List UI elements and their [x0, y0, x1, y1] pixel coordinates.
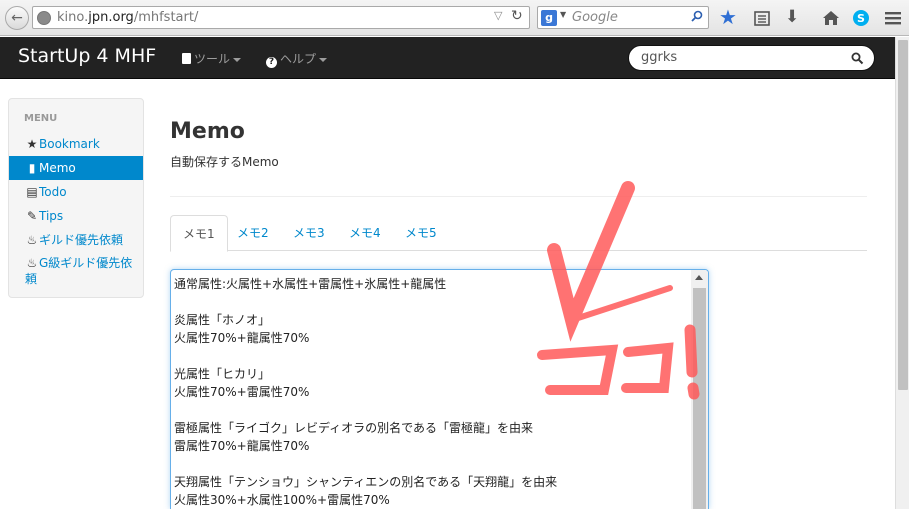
search-icon[interactable] [691, 10, 703, 22]
sidebar-item-label: Todo [39, 185, 67, 199]
sidebar-item-label: Tips [39, 209, 64, 223]
memo-line [174, 401, 684, 419]
sidebar-item-label: Memo [39, 161, 76, 175]
memo-line: 雷属性70%+龍属性70% [174, 439, 310, 453]
browser-search-bar[interactable]: g ▼ Google [537, 6, 709, 29]
title-divider [170, 196, 867, 197]
file-icon: ▮ [28, 161, 36, 175]
svg-text:S: S [857, 12, 865, 25]
sidebar-header: MENU [24, 113, 58, 124]
nav-tools-menu[interactable]: ツール [182, 50, 242, 67]
document-icon [182, 53, 191, 64]
skype-icon[interactable]: S [850, 7, 872, 29]
bookmarks-menu-icon[interactable] [751, 7, 773, 29]
site-navbar: StartUp 4 MHF ツール ? ヘルプ ggrks [0, 37, 895, 79]
sidebar-item-bookmark[interactable]: ★ Bookmark [9, 132, 143, 156]
memo-content: 通常属性:火属性+水属性+雷属性+氷属性+龍属性 炎属性「ホノオ」火属性70%+龍… [174, 275, 684, 509]
sidebar-item-label: ギルド優先依頼 [39, 233, 124, 247]
site-search-value: ggrks [641, 50, 678, 65]
search-placeholder: Google [572, 10, 618, 25]
star-icon: ★ [26, 137, 38, 151]
memo-line [174, 347, 684, 365]
reload-icon[interactable]: ↻ [511, 8, 523, 24]
sidebar-item-label: G級ギルド優先依頼 [25, 256, 133, 286]
memo-line: 天翔属性「テンショウ」シャンティエンの別名である「天翔龍」を由来 [174, 475, 558, 489]
downloads-icon[interactable]: ⬇ [785, 7, 807, 29]
memo-line [174, 293, 684, 311]
tab-memo1[interactable]: メモ1 [170, 215, 228, 252]
memo-line [174, 455, 684, 473]
history-dropdown-icon[interactable]: ▽ [494, 9, 502, 22]
site-brand[interactable]: StartUp 4 MHF [18, 45, 156, 67]
page-title: Memo [170, 119, 245, 144]
bookmark-star-icon[interactable]: ★ [719, 7, 741, 29]
page-subtitle: 自動保存するMemo [170, 155, 279, 169]
memo-line: 雷極属性「ライゴク」レビディオラの別名である「雷極龍」を由来 [174, 421, 534, 435]
url-text: kino.jpn.org/mhfstart/ [57, 10, 199, 25]
sidebar-item-memo[interactable]: ▮ Memo [9, 156, 143, 180]
memo-tabs: メモ1 メモ2 メモ3 メモ4 メモ5 [170, 215, 867, 252]
memo-line: 炎属性「ホノオ」 [174, 313, 271, 327]
memo-line: 火属性30%+水属性100%+雷属性70% [174, 493, 390, 507]
site-search-input[interactable]: ggrks [628, 45, 875, 71]
nav-help-label: ヘルプ [280, 52, 317, 66]
memo-line: 火属性70%+雷属性70% [174, 385, 310, 399]
fire-icon: ♨ [26, 233, 38, 247]
memo-scrollbar[interactable] [691, 270, 708, 509]
search-engine-icon[interactable]: g [541, 10, 557, 26]
tab-memo2[interactable]: メモ2 [225, 215, 281, 251]
browser-toolbar: ← kino.jpn.org/mhfstart/ ▽ ↻ g ▼ Google … [0, 0, 909, 36]
pencil-icon: ✎ [26, 209, 38, 223]
sidebar-item-guild-priority[interactable]: ♨ ギルド優先依頼 [9, 228, 143, 252]
tab-memo4[interactable]: メモ4 [337, 215, 393, 251]
sidebar-item-g-guild-priority[interactable]: ♨ G級ギルド優先依頼 [9, 252, 143, 290]
sidebar-menu: MENU ★ Bookmark ▮ Memo ▤Todo ✎ Tips ♨ ギルド優先依… [8, 98, 144, 298]
search-icon[interactable] [851, 52, 864, 65]
globe-icon [37, 11, 51, 25]
home-icon[interactable] [820, 7, 842, 29]
tab-memo3[interactable]: メモ3 [281, 215, 337, 251]
sidebar-item-label: Bookmark [39, 137, 100, 151]
tab-memo5[interactable]: メモ5 [393, 215, 449, 251]
fire-icon: ♨ [26, 256, 38, 270]
scroll-up-arrow-icon[interactable] [695, 275, 703, 280]
memo-line: 通常属性:火属性+水属性+雷属性+氷属性+龍属性 [174, 277, 447, 291]
hamburger-menu-icon[interactable] [882, 7, 904, 29]
nav-help-menu[interactable]: ? ヘルプ [266, 50, 328, 68]
nav-tools-label: ツール [194, 52, 231, 66]
memo-line: 火属性70%+龍属性70% [174, 331, 310, 345]
question-icon: ? [266, 57, 277, 68]
page-scroll-thumb[interactable] [898, 40, 908, 390]
engine-dropdown-icon[interactable]: ▼ [560, 10, 566, 19]
caret-down-icon [319, 57, 328, 62]
memo-scroll-thumb[interactable] [693, 288, 706, 509]
sidebar-item-todo[interactable]: ▤Todo [9, 180, 143, 204]
address-bar[interactable]: kino.jpn.org/mhfstart/ ▽ ↻ [32, 6, 530, 29]
memo-textarea[interactable]: 通常属性:火属性+水属性+雷属性+氷属性+龍属性 炎属性「ホノオ」火属性70%+龍… [170, 269, 709, 509]
list-icon: ▤ [26, 185, 38, 199]
caret-down-icon [233, 57, 242, 62]
memo-line: 光属性「ヒカリ」 [174, 367, 271, 381]
back-button[interactable]: ← [5, 6, 29, 30]
page-scrollbar[interactable] [895, 37, 909, 509]
sidebar-item-tips[interactable]: ✎ Tips [9, 204, 143, 228]
